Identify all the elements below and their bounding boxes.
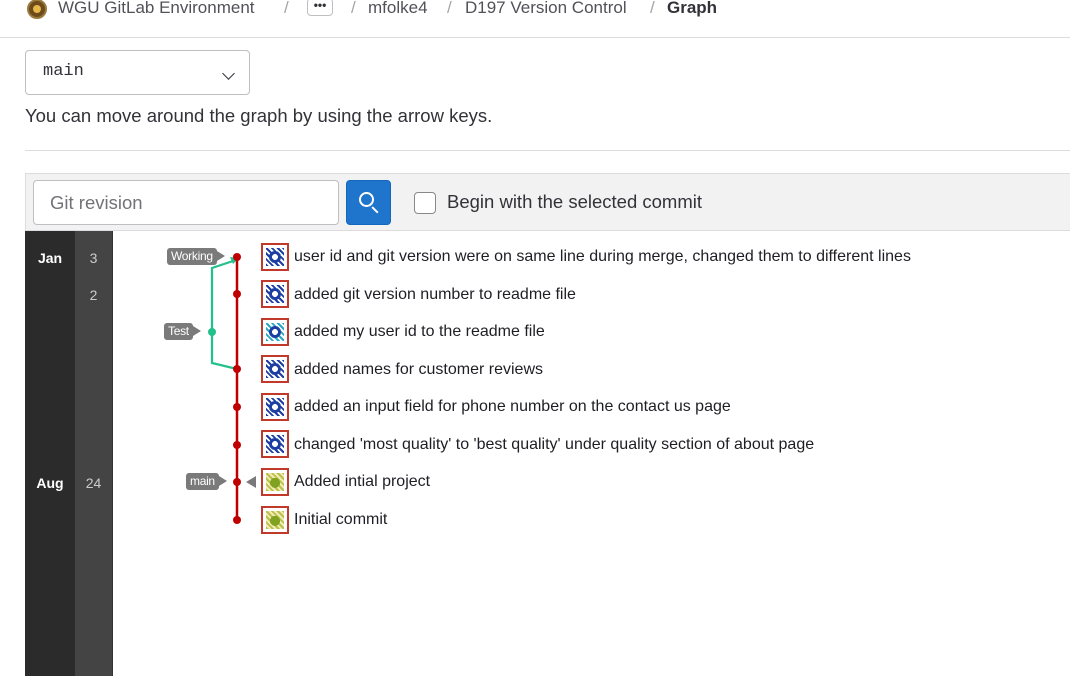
search-button[interactable] [346, 180, 391, 225]
commit-author-avatar [261, 468, 289, 496]
identicon-icon [266, 248, 284, 266]
identicon-icon [266, 285, 284, 303]
breadcrumb-ellipsis-button[interactable]: ••• [307, 0, 333, 16]
commit-author-avatar [261, 280, 289, 308]
branch-select[interactable]: main [25, 50, 250, 95]
commit-message[interactable]: user id and git version were on same lin… [294, 248, 911, 266]
test-branch-merge-line [210, 259, 234, 332]
identicon-icon [266, 323, 284, 341]
breadcrumb-group[interactable]: WGU GitLab Environment [58, 0, 255, 18]
breadcrumb-separator: / [284, 0, 289, 17]
head-pointer-icon [246, 476, 256, 488]
identicon-icon [266, 473, 284, 491]
git-revision-input[interactable] [33, 180, 339, 225]
test-branch-fork-line [210, 332, 238, 371]
group-avatar-icon [27, 0, 47, 19]
commit-dot [233, 253, 241, 261]
branch-select-value: main [43, 62, 84, 81]
commit-message[interactable]: changed 'most quality' to 'best quality'… [294, 436, 814, 454]
breadcrumb-project[interactable]: D197 Version Control [465, 0, 627, 18]
ref-label-main[interactable]: main [186, 473, 227, 490]
commit-dot [233, 365, 241, 373]
commit-dot [233, 516, 241, 524]
begin-with-selected-commit-label[interactable]: Begin with the selected commit [447, 191, 702, 213]
commit-dot [233, 403, 241, 411]
ref-label-test[interactable]: Test [164, 323, 201, 340]
commit-dot [233, 441, 241, 449]
commit-author-avatar [261, 318, 289, 346]
breadcrumb-user[interactable]: mfolke4 [368, 0, 428, 18]
commit-message[interactable]: Initial commit [294, 511, 387, 529]
breadcrumb: WGU GitLab Environment / ••• / mfolke4 /… [0, 0, 1070, 38]
network-graph[interactable]: Jan Aug 3 2 24 Working Test main user id… [25, 231, 1070, 676]
breadcrumb-separator: / [650, 0, 655, 17]
identicon-icon [266, 360, 284, 378]
commit-author-avatar [261, 506, 289, 534]
commit-message[interactable]: added names for customer reviews [294, 361, 543, 379]
commit-author-avatar [261, 243, 289, 271]
commit-dot [208, 328, 216, 336]
commit-author-avatar [261, 430, 289, 458]
ref-label-working[interactable]: Working [167, 248, 225, 265]
graph-controls: Begin with the selected commit [25, 173, 1070, 231]
divider [25, 150, 1070, 151]
commit-message[interactable]: added an input field for phone number on… [294, 398, 731, 416]
identicon-icon [266, 511, 284, 529]
commit-message[interactable]: added my user id to the readme file [294, 323, 545, 341]
chevron-down-icon [222, 67, 235, 80]
search-icon [359, 192, 374, 207]
breadcrumb-separator: / [447, 0, 452, 17]
commit-message[interactable]: Added intial project [294, 473, 430, 491]
breadcrumb-separator: / [351, 0, 356, 17]
commit-message[interactable]: added git version number to readme file [294, 286, 576, 304]
commit-author-avatar [261, 355, 289, 383]
commit-author-avatar [261, 393, 289, 421]
identicon-icon [266, 398, 284, 416]
commit-graph-lines [208, 253, 241, 524]
begin-with-selected-commit-checkbox[interactable] [414, 192, 436, 214]
commit-dot [233, 478, 241, 486]
commit-dot [233, 290, 241, 298]
identicon-icon [266, 435, 284, 453]
graph-keyboard-hint: You can move around the graph by using t… [25, 105, 493, 126]
breadcrumb-current-page[interactable]: Graph [667, 0, 717, 18]
